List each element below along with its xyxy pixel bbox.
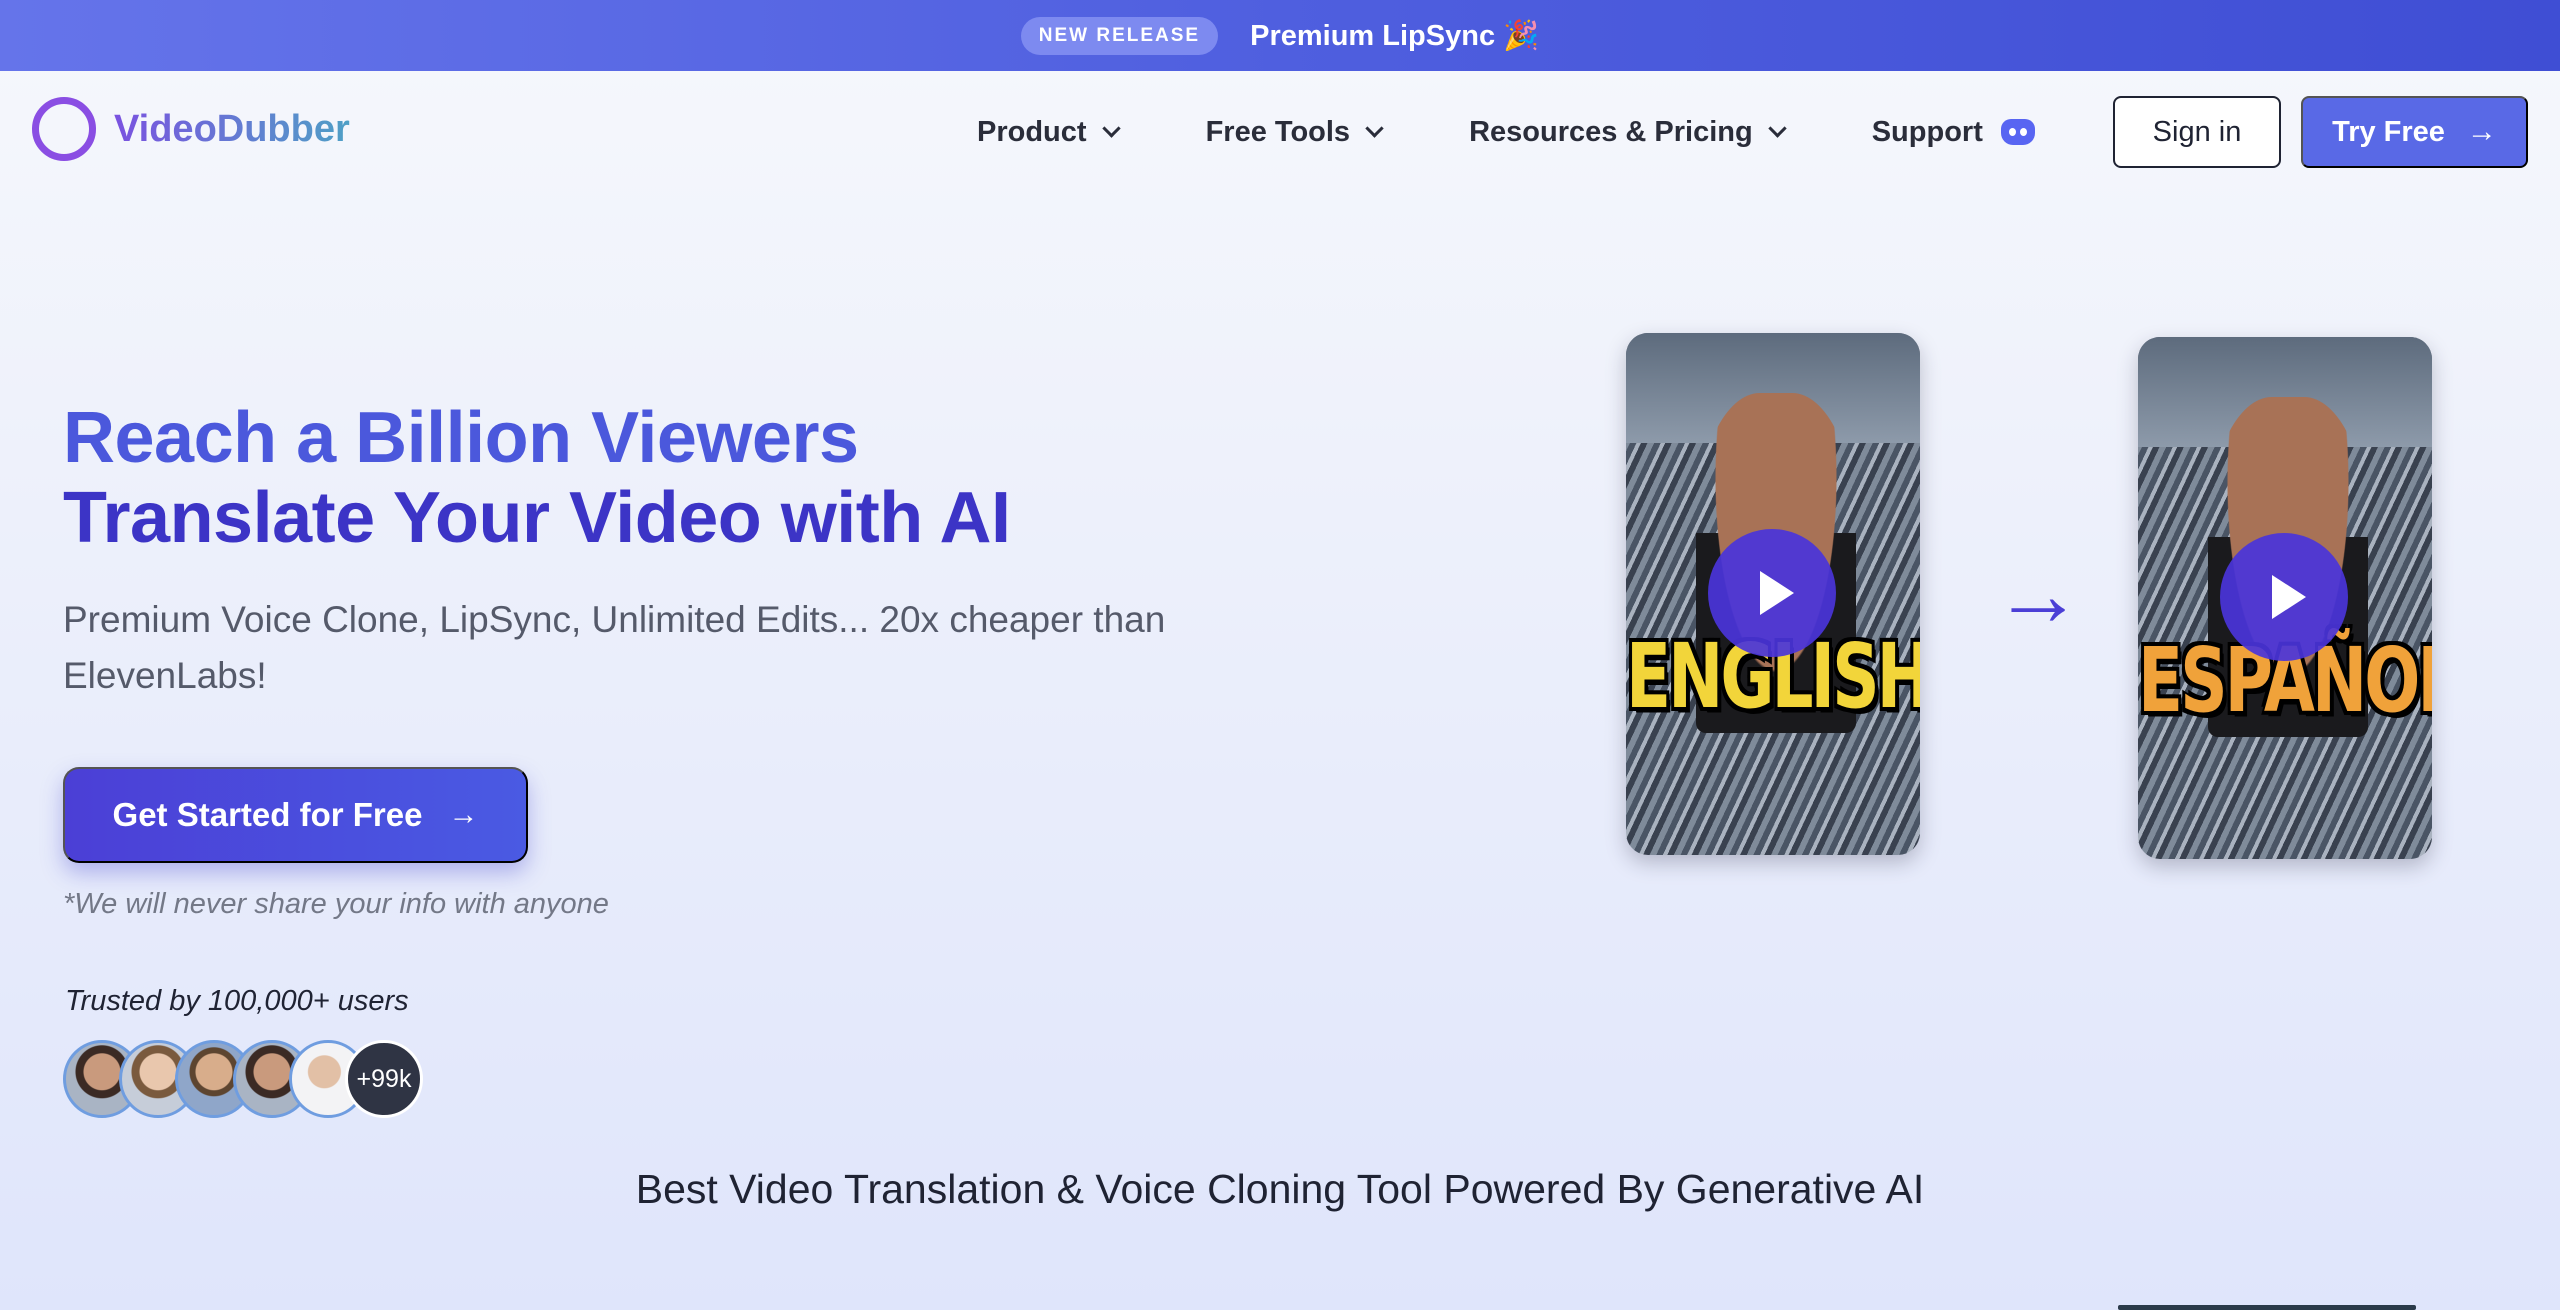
divider [2118, 1305, 2416, 1310]
video-card-english[interactable]: ENGLISH [1626, 333, 1920, 855]
section-tagline: Best Video Translation & Voice Cloning T… [635, 1166, 1925, 1212]
video-card-spanish[interactable]: ESPAÑOL [2138, 337, 2432, 859]
trusted-text: Trusted by 100,000+ users [65, 985, 409, 1017]
announcement-text[interactable]: Premium LipSync 🎉 [1250, 19, 1539, 53]
announcement-bar[interactable]: NEW RELEASE Premium LipSync 🎉 [0, 0, 2560, 71]
nav-label: Support [1871, 115, 1983, 148]
hero-title-line2: Translate Your Video with AI [63, 478, 1011, 558]
nav-item-product[interactable]: Product [977, 115, 1121, 149]
play-icon[interactable] [1708, 529, 1836, 657]
chevron-down-icon [1365, 118, 1384, 138]
hero-title: Reach a Billion Viewers Translate Your V… [63, 398, 1263, 558]
nav-label: Product [977, 115, 1087, 148]
try-free-label: Try Free [2332, 115, 2445, 148]
hero-subtitle: Premium Voice Clone, LipSync, Unlimited … [63, 599, 1166, 696]
nav-label: Resources & Pricing [1469, 115, 1753, 148]
get-started-button[interactable]: Get Started for Free → [63, 767, 528, 863]
hero-title-line1: Reach a Billion Viewers [63, 398, 859, 478]
sign-in-button[interactable]: Sign in [2113, 96, 2281, 168]
main-nav: Product Free Tools Resources & Pricing S… [977, 71, 2123, 193]
user-avatars: +99k [63, 1040, 443, 1120]
nav-label: Free Tools [1205, 115, 1351, 148]
try-free-button[interactable]: Try Free → [2301, 96, 2528, 168]
privacy-note: *We will never share your info with anyo… [63, 888, 609, 920]
logo-text: VideoDubber [114, 107, 350, 150]
arrow-right-icon: → [448, 798, 479, 831]
play-icon[interactable] [2220, 533, 2348, 661]
arrow-right-icon: → [1993, 545, 2083, 645]
nav-item-free-tools[interactable]: Free Tools [1205, 115, 1384, 149]
nav-item-resources-pricing[interactable]: Resources & Pricing [1469, 115, 1787, 149]
logo[interactable]: VideoDubber [32, 97, 350, 161]
get-started-label: Get Started for Free [112, 796, 423, 833]
new-release-badge: NEW RELEASE [1020, 16, 1219, 55]
chevron-down-icon [1101, 118, 1121, 138]
discord-icon [2000, 119, 2035, 145]
more-users-badge: +99k [345, 1040, 423, 1118]
logo-ring-icon [32, 97, 96, 161]
chevron-down-icon [1768, 118, 1787, 138]
nav-item-support[interactable]: Support [1872, 116, 2035, 149]
arrow-right-icon: → [2466, 115, 2497, 148]
site-header: VideoDubber Product Free Tools Resources… [0, 71, 2560, 193]
